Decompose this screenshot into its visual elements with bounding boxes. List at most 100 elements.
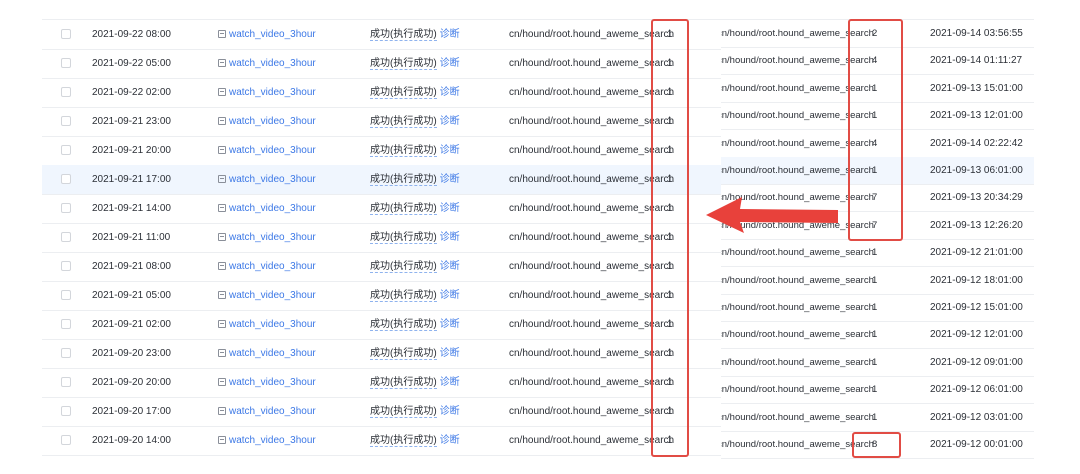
status-text[interactable]: 成功(执行成功) bbox=[370, 406, 437, 418]
table-row[interactable]: 2021-09-22 02:00 watch_video_3hour 成功(执行成功… bbox=[42, 78, 724, 108]
status-text[interactable]: 成功(执行成功) bbox=[370, 203, 437, 215]
table-row[interactable]: 2021-09-21 08:00 watch_video_3hour 成功(执行成功… bbox=[42, 252, 724, 282]
table-row[interactable]: 2021-09-21 11:00 watch_video_3hour 成功(执行成功… bbox=[42, 223, 724, 253]
row-checkbox[interactable] bbox=[61, 261, 71, 271]
diagnose-link[interactable]: 诊断 bbox=[440, 348, 460, 359]
status-cell: 成功(执行成功) 诊断 bbox=[370, 339, 460, 368]
table-row[interactable]: 2021-09-22 08:00 watch_video_3hour 成功(执行成功… bbox=[42, 20, 724, 50]
task-link[interactable]: watch_video_3hour bbox=[218, 310, 316, 339]
row-checkbox[interactable] bbox=[61, 290, 71, 300]
row-checkbox[interactable] bbox=[61, 87, 71, 97]
task-link[interactable]: watch_video_3hour bbox=[218, 107, 316, 136]
table-row[interactable]: cn/hound/root.hound_aweme_search 1 2021-09… bbox=[721, 349, 1034, 377]
task-link[interactable]: watch_video_3hour bbox=[218, 78, 316, 107]
table-row[interactable]: cn/hound/root.hound_aweme_search 1 2021-09… bbox=[721, 294, 1034, 322]
task-link[interactable]: watch_video_3hour bbox=[218, 339, 316, 368]
status-text[interactable]: 成功(执行成功) bbox=[370, 232, 437, 244]
status-text[interactable]: 成功(执行成功) bbox=[370, 58, 437, 70]
table-row[interactable]: 2021-09-20 17:00 watch_video_3hour 成功(执行成功… bbox=[42, 397, 724, 427]
task-link[interactable]: watch_video_3hour bbox=[218, 368, 316, 397]
table-row[interactable]: cn/hound/root.hound_aweme_search 1 2021-09… bbox=[721, 404, 1034, 432]
task-name[interactable]: watch_video_3hour bbox=[229, 290, 316, 301]
table-row[interactable]: 2021-09-20 14:00 watch_video_3hour 成功(执行成功… bbox=[42, 426, 724, 456]
task-name[interactable]: watch_video_3hour bbox=[229, 145, 316, 156]
table-row[interactable]: 2021-09-21 05:00 watch_video_3hour 成功(执行成功… bbox=[42, 281, 724, 311]
diagnose-link[interactable]: 诊断 bbox=[440, 145, 460, 156]
row-checkbox[interactable] bbox=[61, 116, 71, 126]
task-name[interactable]: watch_video_3hour bbox=[229, 87, 316, 98]
table-row[interactable]: cn/hound/root.hound_aweme_search 1 2021-09… bbox=[721, 376, 1034, 404]
status-text[interactable]: 成功(执行成功) bbox=[370, 348, 437, 360]
task-link[interactable]: watch_video_3hour bbox=[218, 49, 316, 78]
row-checkbox[interactable] bbox=[61, 29, 71, 39]
task-name[interactable]: watch_video_3hour bbox=[229, 348, 316, 359]
task-name[interactable]: watch_video_3hour bbox=[229, 29, 316, 40]
task-link[interactable]: watch_video_3hour bbox=[218, 20, 316, 49]
row-checkbox[interactable] bbox=[61, 319, 71, 329]
table-row[interactable]: 2021-09-21 14:00 watch_video_3hour 成功(执行成功… bbox=[42, 194, 724, 224]
row-checkbox[interactable] bbox=[61, 377, 71, 387]
task-name[interactable]: watch_video_3hour bbox=[229, 319, 316, 330]
task-name[interactable]: watch_video_3hour bbox=[229, 174, 316, 185]
task-link[interactable]: watch_video_3hour bbox=[218, 281, 316, 310]
task-link[interactable]: watch_video_3hour bbox=[218, 397, 316, 426]
status-text[interactable]: 成功(执行成功) bbox=[370, 116, 437, 128]
task-name[interactable]: watch_video_3hour bbox=[229, 435, 316, 446]
row-checkbox[interactable] bbox=[61, 174, 71, 184]
status-text[interactable]: 成功(执行成功) bbox=[370, 87, 437, 99]
table-row[interactable]: 2021-09-21 02:00 watch_video_3hour 成功(执行成功… bbox=[42, 310, 724, 340]
status-text[interactable]: 成功(执行成功) bbox=[370, 29, 437, 41]
status-text[interactable]: 成功(执行成功) bbox=[370, 261, 437, 273]
task-name[interactable]: watch_video_3hour bbox=[229, 406, 316, 417]
task-link[interactable]: watch_video_3hour bbox=[218, 165, 316, 194]
task-name[interactable]: watch_video_3hour bbox=[229, 377, 316, 388]
row-checkbox[interactable] bbox=[61, 348, 71, 358]
task-name[interactable]: watch_video_3hour bbox=[229, 58, 316, 69]
diagnose-link[interactable]: 诊断 bbox=[440, 406, 460, 417]
row-checkbox[interactable] bbox=[61, 435, 71, 445]
diagnose-link[interactable]: 诊断 bbox=[440, 290, 460, 301]
task-name[interactable]: watch_video_3hour bbox=[229, 203, 316, 214]
diagnose-link[interactable]: 诊断 bbox=[440, 87, 460, 98]
table-row[interactable]: 2021-09-22 05:00 watch_video_3hour 成功(执行成功… bbox=[42, 49, 724, 79]
table-row[interactable]: 2021-09-21 17:00 watch_video_3hour 成功(执行成功… bbox=[42, 165, 724, 195]
status-text[interactable]: 成功(执行成功) bbox=[370, 319, 437, 331]
table-row[interactable]: 2021-09-20 20:00 watch_video_3hour 成功(执行成功… bbox=[42, 368, 724, 398]
status-text[interactable]: 成功(执行成功) bbox=[370, 435, 437, 447]
diagnose-link[interactable]: 诊断 bbox=[440, 116, 460, 127]
diagnose-link[interactable]: 诊断 bbox=[440, 435, 460, 446]
row-checkbox[interactable] bbox=[61, 58, 71, 68]
diagnose-link[interactable]: 诊断 bbox=[440, 319, 460, 330]
status-text[interactable]: 成功(执行成功) bbox=[370, 377, 437, 389]
status-text[interactable]: 成功(执行成功) bbox=[370, 290, 437, 302]
diagnose-link[interactable]: 诊断 bbox=[440, 174, 460, 185]
status-text[interactable]: 成功(执行成功) bbox=[370, 145, 437, 157]
row-checkbox[interactable] bbox=[61, 232, 71, 242]
row-checkbox[interactable] bbox=[61, 145, 71, 155]
task-link[interactable]: watch_video_3hour bbox=[218, 136, 316, 165]
diagnose-link[interactable]: 诊断 bbox=[440, 232, 460, 243]
diagnose-link[interactable]: 诊断 bbox=[440, 29, 460, 40]
row-checkbox[interactable] bbox=[61, 406, 71, 416]
task-name[interactable]: watch_video_3hour bbox=[229, 116, 316, 127]
row-checkbox[interactable] bbox=[61, 203, 71, 213]
task-link[interactable]: watch_video_3hour bbox=[218, 194, 316, 223]
table-row[interactable]: cn/hound/root.hound_aweme_search 1 2021-09… bbox=[721, 321, 1034, 349]
diagnose-link[interactable]: 诊断 bbox=[440, 58, 460, 69]
task-name[interactable]: watch_video_3hour bbox=[229, 232, 316, 243]
status-text[interactable]: 成功(执行成功) bbox=[370, 174, 437, 186]
diagnose-link[interactable]: 诊断 bbox=[440, 261, 460, 272]
table-row[interactable]: 2021-09-20 23:00 watch_video_3hour 成功(执行成功… bbox=[42, 339, 724, 369]
task-link[interactable]: watch_video_3hour bbox=[218, 426, 316, 455]
diagnose-link[interactable]: 诊断 bbox=[440, 203, 460, 214]
partition-path: cn/hound/root.hound_aweme_search bbox=[721, 302, 874, 313]
table-row[interactable]: 2021-09-21 23:00 watch_video_3hour 成功(执行成功… bbox=[42, 107, 724, 137]
table-row[interactable]: cn/hound/root.hound_aweme_search 1 2021-09… bbox=[721, 239, 1034, 267]
diagnose-link[interactable]: 诊断 bbox=[440, 377, 460, 388]
task-link[interactable]: watch_video_3hour bbox=[218, 223, 316, 252]
table-row[interactable]: 2021-09-21 20:00 watch_video_3hour 成功(执行成功… bbox=[42, 136, 724, 166]
task-link[interactable]: watch_video_3hour bbox=[218, 252, 316, 281]
task-name[interactable]: watch_video_3hour bbox=[229, 261, 316, 272]
task-type-icon bbox=[218, 436, 226, 444]
table-row[interactable]: cn/hound/root.hound_aweme_search 1 2021-09… bbox=[721, 267, 1034, 295]
